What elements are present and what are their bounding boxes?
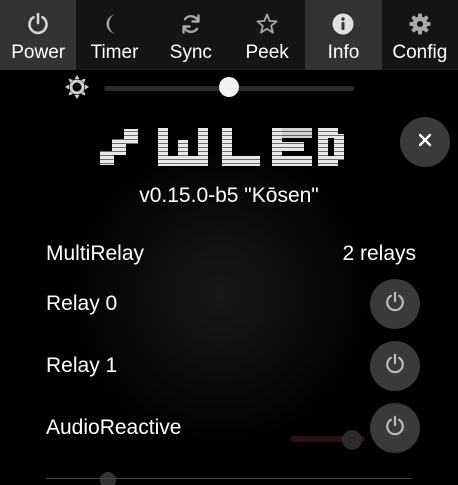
power-icon: [384, 291, 406, 318]
multirelay-row: MultiRelay 2 relays: [46, 229, 416, 279]
relay-1-row: Relay 1: [46, 341, 420, 391]
brightness-slider-thumb[interactable]: [219, 77, 239, 97]
brightness-row: [0, 72, 458, 102]
tab-sync[interactable]: Sync: [153, 0, 229, 70]
gear-icon: [407, 11, 433, 37]
relay-0-power-button[interactable]: [370, 279, 420, 329]
power-icon: [384, 353, 406, 380]
tab-config[interactable]: Config: [382, 0, 458, 70]
tab-timer-label: Timer: [90, 42, 139, 63]
version-label: v0.15.0-b5 "Kōsen": [139, 184, 319, 207]
close-info-button[interactable]: [400, 117, 450, 167]
audioreactive-power-button[interactable]: [370, 403, 420, 453]
multirelay-value: 2 relays: [342, 242, 416, 265]
wled-app: Power Timer Sync Peek Info Config v0.15.…: [0, 0, 458, 485]
moon-icon: [101, 11, 127, 37]
close-icon: [417, 132, 433, 153]
tab-info[interactable]: Info: [305, 0, 382, 70]
wled-logo: WLED: [100, 128, 344, 166]
tab-peek[interactable]: Peek: [229, 0, 305, 70]
audioreactive-row: AudioReactive: [46, 403, 420, 453]
tab-peek-label: Peek: [245, 42, 289, 63]
relay-1-label: Relay 1: [46, 354, 118, 377]
star-icon: [254, 11, 280, 37]
relay-0-row: Relay 0: [46, 279, 420, 329]
multirelay-label: MultiRelay: [46, 242, 145, 265]
info-icon: [330, 11, 356, 37]
audioreactive-label: AudioReactive: [46, 416, 182, 439]
power-icon: [384, 415, 406, 442]
tab-power-label: Power: [11, 42, 66, 63]
tab-config-label: Config: [392, 42, 448, 63]
relay-1-power-button[interactable]: [370, 341, 420, 391]
top-tab-bar: Power Timer Sync Peek Info Config: [0, 0, 458, 70]
tab-info-label: Info: [327, 42, 360, 63]
tab-power[interactable]: Power: [0, 0, 77, 70]
sync-icon: [178, 11, 204, 37]
relay-0-label: Relay 0: [46, 292, 118, 315]
power-icon: [25, 11, 51, 37]
tab-sync-label: Sync: [169, 42, 212, 63]
divider: [46, 478, 412, 479]
tab-timer[interactable]: Timer: [76, 0, 152, 70]
brightness-icon: [64, 74, 90, 100]
